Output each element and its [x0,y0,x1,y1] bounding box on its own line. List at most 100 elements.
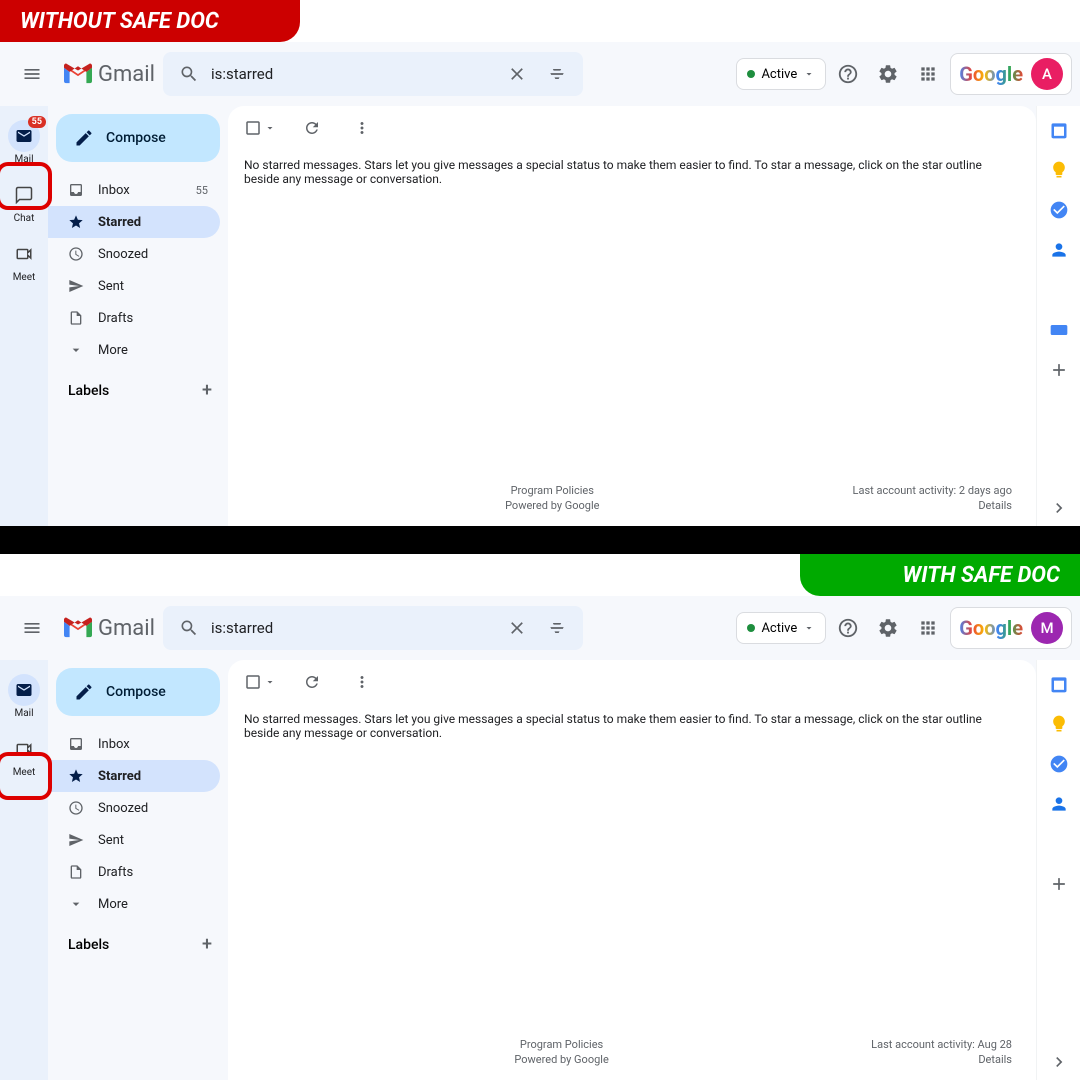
clear-search-button[interactable] [499,56,535,92]
keep-icon[interactable] [1049,714,1069,734]
select-all-checkbox[interactable] [240,115,280,141]
nav-inbox[interactable]: Inbox55 [48,174,220,206]
google-account-button[interactable]: Google A [950,53,1072,95]
program-policies-link[interactable]: Program Policies [514,1038,608,1051]
status-active-button[interactable]: Active [736,58,826,90]
search-bar[interactable] [163,606,583,650]
rail-chat[interactable]: Chat [0,173,48,230]
rail-chat-label: Chat [14,213,35,224]
main-menu-button[interactable] [8,50,56,98]
keep-icon[interactable] [1049,160,1069,180]
toolbar [228,106,1036,150]
panel-with-safedoc: WITH SAFE DOC Gmail [0,554,1080,1080]
tasks-icon[interactable] [1049,200,1069,220]
side-panel [1036,660,1080,1080]
google-account-button[interactable]: Google M [950,607,1072,649]
meet-icon [15,245,33,263]
apps-button[interactable] [910,56,946,92]
nav-drafts[interactable]: Drafts [48,856,220,888]
nav-more[interactable]: More [48,334,220,366]
header-right: Active Google M [736,607,1072,649]
refresh-button[interactable] [294,110,330,146]
dropdown-icon [264,122,276,134]
compose-button[interactable]: Compose [56,668,220,716]
collapse-panel-button[interactable] [1049,1052,1069,1072]
search-icon[interactable] [171,56,207,92]
search-input[interactable] [211,65,495,83]
refresh-button[interactable] [294,664,330,700]
calendar-icon[interactable] [1049,674,1069,694]
mail-icon [15,681,33,699]
app-rail: 55 Mail Chat Meet [0,106,48,526]
rail-mail[interactable]: Mail [0,668,48,725]
inbox-count: 55 [196,184,208,197]
clock-icon [68,800,84,816]
checkbox-icon [244,119,262,137]
more-button[interactable] [344,664,380,700]
tasks-icon[interactable] [1049,754,1069,774]
settings-button[interactable] [870,56,906,92]
gmail-logo[interactable]: Gmail [64,62,155,87]
hamburger-icon [22,64,42,84]
calendar-icon[interactable] [1049,120,1069,140]
addon-icon[interactable] [1049,320,1069,340]
support-button[interactable] [830,610,866,646]
rail-mail[interactable]: 55 Mail [0,114,48,171]
add-addon-button[interactable] [1049,874,1069,894]
file-icon [68,864,84,880]
gmail-logo[interactable]: Gmail [64,616,155,641]
search-input[interactable] [211,619,495,637]
body: Mail Meet Compose Inbox Starred Snoozed [0,660,1080,1080]
rail-meet-label: Meet [13,767,36,778]
search-options-button[interactable] [539,610,575,646]
nav-more-label: More [98,897,128,912]
program-policies-link[interactable]: Program Policies [505,484,599,497]
status-dot-icon [747,70,755,78]
nav-snoozed[interactable]: Snoozed [48,792,220,824]
details-link[interactable]: Details [871,1053,1012,1066]
add-label-button[interactable]: + [202,380,212,401]
main-content: No starred messages. Stars let you give … [228,106,1036,526]
details-link[interactable]: Details [853,499,1012,512]
nav-sent[interactable]: Sent [48,270,220,302]
gmail-text: Gmail [98,62,155,87]
select-all-checkbox[interactable] [240,669,280,695]
header: Gmail Active [0,42,1080,106]
rail-meet[interactable]: Meet [0,232,48,289]
nav-snoozed-label: Snoozed [98,801,148,816]
add-addon-button[interactable] [1049,360,1069,380]
powered-by-text: Powered by Google [514,1053,608,1066]
empty-state-message: No starred messages. Stars let you give … [228,704,1036,748]
nav-more[interactable]: More [48,888,220,920]
nav-starred[interactable]: Starred [48,760,220,792]
nav-sent[interactable]: Sent [48,824,220,856]
contacts-icon[interactable] [1049,794,1069,814]
settings-button[interactable] [870,610,906,646]
nav-inbox[interactable]: Inbox [48,728,220,760]
labels-header: Labels + [48,366,228,407]
nav-starred[interactable]: Starred [48,206,220,238]
support-button[interactable] [830,56,866,92]
header-right: Active Google A [736,53,1072,95]
rail-meet[interactable]: Meet [0,727,48,784]
more-button[interactable] [344,110,380,146]
main-menu-button[interactable] [8,604,56,652]
side-panel [1036,106,1080,526]
status-active-button[interactable]: Active [736,612,826,644]
apps-button[interactable] [910,610,946,646]
contacts-icon[interactable] [1049,240,1069,260]
clock-icon [68,246,84,262]
search-bar[interactable] [163,52,583,96]
meet-icon [15,740,33,758]
inbox-icon [68,736,84,752]
clear-search-button[interactable] [499,610,535,646]
compose-button[interactable]: Compose [56,114,220,162]
nav-snoozed[interactable]: Snoozed [48,238,220,270]
search-options-button[interactable] [539,56,575,92]
search-icon[interactable] [171,610,207,646]
footer: Program Policies Powered by Google Last … [228,470,1036,526]
collapse-panel-button[interactable] [1049,498,1069,518]
add-label-button[interactable]: + [202,934,212,955]
nav-drafts[interactable]: Drafts [48,302,220,334]
send-icon [68,832,84,848]
